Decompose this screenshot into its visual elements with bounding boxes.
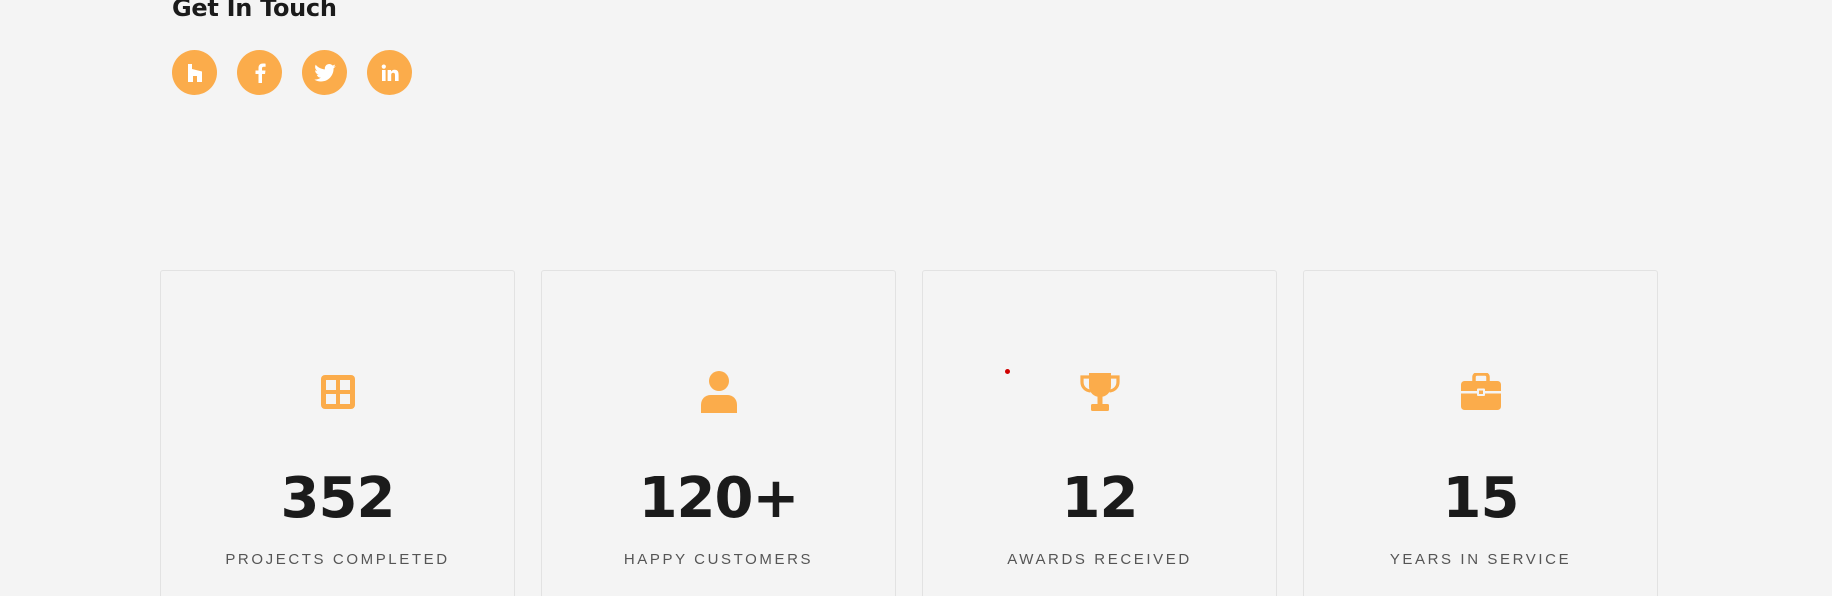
linkedin-link[interactable] bbox=[367, 50, 412, 95]
stat-value: 12 bbox=[1061, 466, 1139, 531]
houzz-icon bbox=[187, 63, 203, 82]
houzz-link[interactable] bbox=[172, 50, 217, 95]
user-icon bbox=[698, 371, 740, 413]
stat-card-projects: 352 PROJECTS COMPLETED bbox=[160, 270, 515, 596]
stat-value: 15 bbox=[1442, 466, 1520, 531]
page: Get In Touch 352 PROJECTS COMPLETED 120+… bbox=[0, 0, 1832, 596]
stats-section: 352 PROJECTS COMPLETED 120+ HAPPY CUSTOM… bbox=[160, 270, 1658, 596]
facebook-link[interactable] bbox=[237, 50, 282, 95]
cursor-marker bbox=[1005, 369, 1010, 374]
twitter-icon bbox=[313, 63, 336, 82]
facebook-icon bbox=[254, 63, 266, 83]
linkedin-icon bbox=[381, 64, 399, 82]
trophy-icon bbox=[1079, 371, 1121, 413]
stat-label: HAPPY CUSTOMERS bbox=[623, 551, 814, 568]
briefcase-icon bbox=[1460, 371, 1502, 413]
stat-value: 120+ bbox=[638, 466, 800, 531]
stat-label: PROJECTS COMPLETED bbox=[225, 551, 450, 568]
stat-card-years: 15 YEARS IN SERVICE bbox=[1303, 270, 1658, 596]
stat-value: 352 bbox=[280, 466, 396, 531]
social-links bbox=[172, 50, 412, 95]
stat-label: YEARS IN SERVICE bbox=[1389, 551, 1572, 568]
get-in-touch-heading: Get In Touch bbox=[172, 0, 337, 22]
stat-label: AWARDS RECEIVED bbox=[1007, 551, 1192, 568]
stat-card-awards: 12 AWARDS RECEIVED bbox=[922, 270, 1277, 596]
stat-card-customers: 120+ HAPPY CUSTOMERS bbox=[541, 270, 896, 596]
twitter-link[interactable] bbox=[302, 50, 347, 95]
grid-icon bbox=[317, 371, 359, 413]
